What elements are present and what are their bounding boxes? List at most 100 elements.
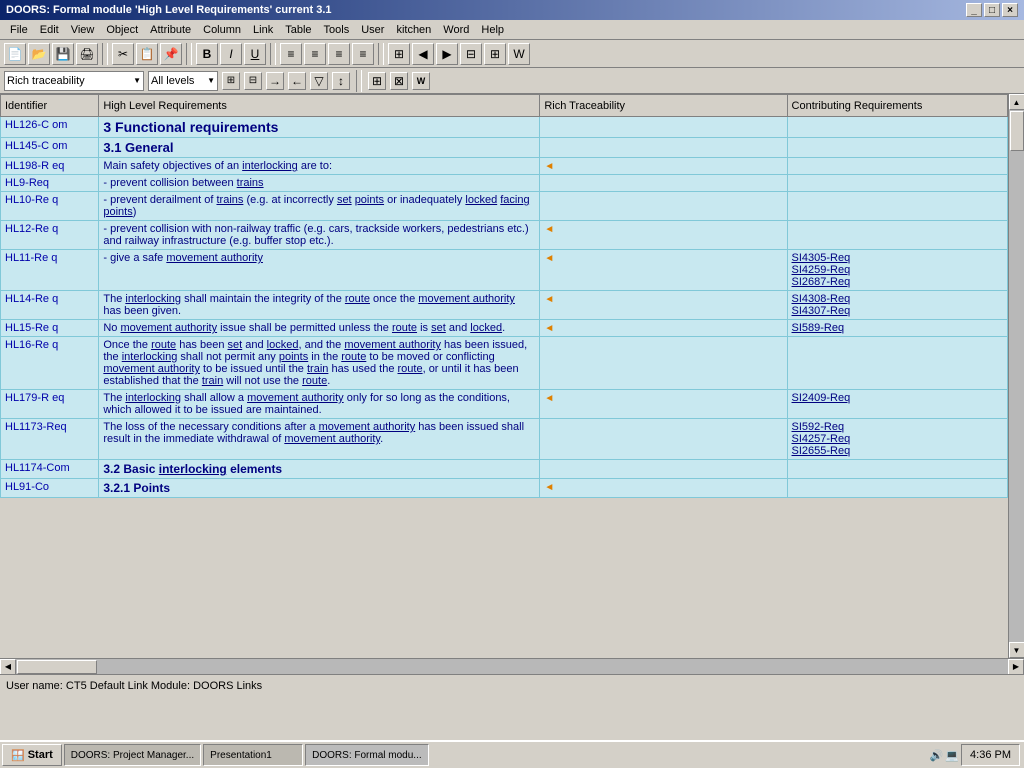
table-scroll: Identifier High Level Requirements Rich … <box>0 94 1008 658</box>
rows-btn[interactable]: ⊟ <box>460 43 482 65</box>
content-cell[interactable]: The interlocking shall maintain the inte… <box>99 291 540 320</box>
content-cell[interactable]: - give a safe movement authority <box>99 250 540 291</box>
contrib-link[interactable]: SI2409-Req <box>792 392 851 404</box>
content-cell[interactable]: The interlocking shall allow a movement … <box>99 390 540 419</box>
h-scroll-thumb[interactable] <box>17 660 97 674</box>
scroll-up-btn[interactable]: ▲ <box>1009 94 1024 110</box>
filter-btn[interactable]: ⊞ <box>484 43 506 65</box>
minimize-btn[interactable]: _ <box>966 3 982 17</box>
scroll-track[interactable] <box>1009 110 1024 642</box>
content-cell[interactable]: 3.1 General <box>99 138 540 158</box>
table-row: HL1173-ReqThe loss of the necessary cond… <box>1 419 1008 460</box>
filter2-btn[interactable]: ▽ <box>310 72 328 90</box>
contrib-link[interactable]: SI4257-Req <box>792 433 851 445</box>
table-row: HL12-Re q- prevent collision with non-ra… <box>1 221 1008 250</box>
content-cell[interactable]: Once the route has been set and locked, … <box>99 337 540 390</box>
expand-btn[interactable]: ⊞ <box>222 72 240 90</box>
indent-btn[interactable]: → <box>266 72 284 90</box>
align-right-btn[interactable]: ≡ <box>328 43 350 65</box>
menu-item-user[interactable]: User <box>355 22 390 38</box>
vertical-scrollbar[interactable]: ▲ ▼ <box>1008 94 1024 658</box>
italic-btn[interactable]: I <box>220 43 242 65</box>
content-cell[interactable]: The loss of the necessary conditions aft… <box>99 419 540 460</box>
print-btn[interactable]: 🖨 <box>76 43 98 65</box>
content-cell[interactable]: - prevent collision between trains <box>99 175 540 192</box>
h-scroll-left-btn[interactable]: ◀ <box>0 659 16 675</box>
bold-btn[interactable]: B <box>196 43 218 65</box>
content-cell[interactable]: 3.2 Basic interlocking elements <box>99 460 540 479</box>
sort-btn[interactable]: ↕ <box>332 72 350 90</box>
contrib-link[interactable]: SI592-Req <box>792 421 845 433</box>
scroll-down-btn[interactable]: ▼ <box>1009 642 1024 658</box>
contrib-link[interactable]: SI2655-Req <box>792 445 851 457</box>
contrib-link[interactable]: SI2687-Req <box>792 276 851 288</box>
h-scroll-track[interactable] <box>16 659 1008 675</box>
menu-item-table[interactable]: Table <box>279 22 317 38</box>
open-btn[interactable]: 📂 <box>28 43 50 65</box>
content-cell[interactable]: - prevent derailment of trains (e.g. at … <box>99 192 540 221</box>
collapse-btn[interactable]: ⊟ <box>244 72 262 90</box>
content-cell[interactable]: No movement authority issue shall be per… <box>99 320 540 337</box>
menu-item-link[interactable]: Link <box>247 22 279 38</box>
table-btn[interactable]: ⊞ <box>388 43 410 65</box>
content-cell[interactable]: - prevent collision with non-railway tra… <box>99 221 540 250</box>
menu-item-file[interactable]: File <box>4 22 34 38</box>
copy-btn[interactable]: 📋 <box>136 43 158 65</box>
content-cell[interactable]: 3.2.1 Points <box>99 479 540 498</box>
content-cell[interactable]: Main safety objectives of an interlockin… <box>99 158 540 175</box>
h-scroll-right-btn[interactable]: ▶ <box>1008 659 1024 675</box>
level-dropdown[interactable]: All levels ▼ <box>148 71 218 91</box>
contrib-cell <box>787 192 1007 221</box>
cut-btn[interactable]: ✂ <box>112 43 134 65</box>
menu-item-word[interactable]: Word <box>437 22 475 38</box>
contrib-cell: SI589-Req <box>787 320 1007 337</box>
scroll-thumb[interactable] <box>1010 111 1024 151</box>
start-icon: 🪟 <box>11 749 25 762</box>
taskbar-item-0[interactable]: DOORS: Project Manager... <box>64 744 201 766</box>
menu-item-object[interactable]: Object <box>100 22 144 38</box>
contrib-link[interactable]: SI4305-Req <box>792 252 851 264</box>
view-btn[interactable]: ⊞ <box>368 72 386 90</box>
col-right-btn[interactable]: ▶ <box>436 43 458 65</box>
style-dropdown[interactable]: Rich traceability ▼ <box>4 71 144 91</box>
outdent-btn[interactable]: ← <box>288 72 306 90</box>
content-cell[interactable]: 3 Functional requirements <box>99 117 540 138</box>
rich-cell: ◄ <box>540 221 787 250</box>
menu-item-column[interactable]: Column <box>197 22 247 38</box>
restore-btn[interactable]: □ <box>984 3 1000 17</box>
align-left-btn[interactable]: ≡ <box>280 43 302 65</box>
contrib-link[interactable]: SI4307-Req <box>792 305 851 317</box>
col-contrib: Contributing Requirements <box>787 95 1007 117</box>
menu-item-tools[interactable]: Tools <box>318 22 356 38</box>
taskbar-item-2[interactable]: DOORS: Formal modu... <box>305 744 428 766</box>
rich-cell <box>540 175 787 192</box>
align-justify-btn[interactable]: ≡ <box>352 43 374 65</box>
paste-btn[interactable]: 📌 <box>160 43 182 65</box>
align-center-btn[interactable]: ≡ <box>304 43 326 65</box>
rich-cell <box>540 192 787 221</box>
col-left-btn[interactable]: ◀ <box>412 43 434 65</box>
rich-cell <box>540 337 787 390</box>
menu-item-help[interactable]: Help <box>475 22 510 38</box>
horizontal-scrollbar[interactable]: ◀ ▶ <box>0 658 1024 674</box>
close-btn[interactable]: × <box>1002 3 1018 17</box>
menu-item-kitchen[interactable]: kitchen <box>390 22 437 38</box>
start-button[interactable]: 🪟 Start <box>2 744 62 766</box>
new-btn[interactable]: 📄 <box>4 43 26 65</box>
word-btn[interactable]: W <box>508 43 530 65</box>
mark-btn[interactable]: ⊠ <box>390 72 408 90</box>
menu-item-edit[interactable]: Edit <box>34 22 65 38</box>
menu-item-view[interactable]: View <box>65 22 101 38</box>
contrib-cell <box>787 175 1007 192</box>
identifier-cell: HL10-Re q <box>1 192 99 221</box>
menu-item-attribute[interactable]: Attribute <box>144 22 197 38</box>
contrib-link[interactable]: SI4259-Req <box>792 264 851 276</box>
contrib-link[interactable]: SI4308-Req <box>792 293 851 305</box>
taskbar-item-1[interactable]: Presentation1 <box>203 744 303 766</box>
rich-cell <box>540 460 787 479</box>
word2-btn[interactable]: W <box>412 72 430 90</box>
underline-btn[interactable]: U <box>244 43 266 65</box>
contrib-link[interactable]: SI589-Req <box>792 322 845 334</box>
toolbar2: Rich traceability ▼ All levels ▼ ⊞ ⊟ → ←… <box>0 68 1024 94</box>
save-btn[interactable]: 💾 <box>52 43 74 65</box>
